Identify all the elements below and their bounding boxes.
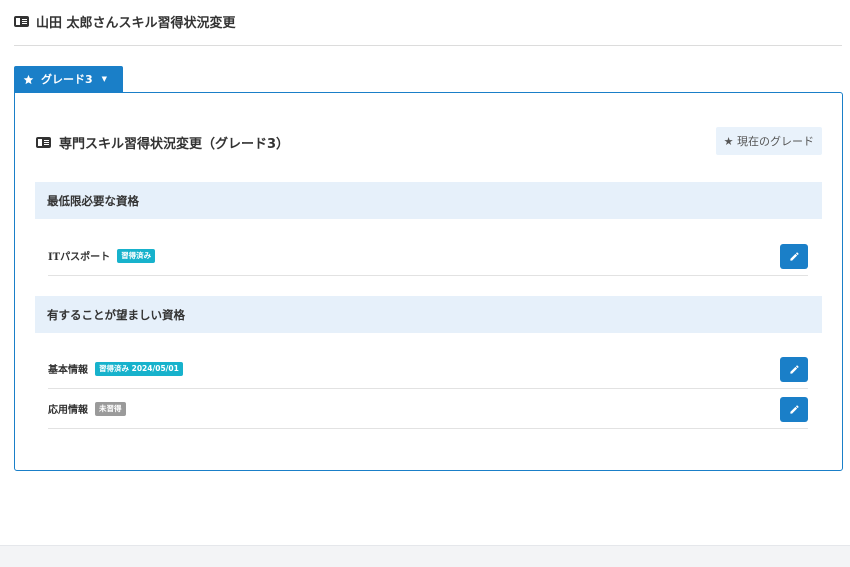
current-grade-badge: ★ 現在のグレード xyxy=(715,127,822,155)
pencil-icon xyxy=(789,365,799,374)
pencil-icon xyxy=(789,405,799,414)
id-card-icon xyxy=(36,137,51,148)
qualification-row: 応用情報 未習得 xyxy=(48,389,808,429)
panel-title-text: 専門スキル習得状況変更（グレード3） xyxy=(59,137,290,152)
id-card-icon xyxy=(14,16,29,27)
skill-panel: 専門スキル習得状況変更（グレード3） ★ 現在のグレード 最低限必要な資格 IT… xyxy=(14,92,843,471)
star-icon xyxy=(23,74,34,84)
qualification-name: ITパスポート xyxy=(48,252,111,263)
status-badge: 習得済み xyxy=(117,248,156,263)
status-badge: 習得済み 2024/05/01 xyxy=(95,361,183,376)
panel-title: 専門スキル習得状況変更（グレード3） xyxy=(36,133,289,152)
qualification-name: 応用情報 xyxy=(48,405,88,416)
caret-down-icon: ▼ xyxy=(101,75,108,83)
pencil-icon xyxy=(789,252,799,261)
edit-button[interactable] xyxy=(780,357,808,382)
page-header: 山田 太郎さんスキル習得状況変更 xyxy=(14,12,236,31)
grade-tab[interactable]: グレード3 ▼ xyxy=(14,66,123,92)
page-title: 山田 太郎さんスキル習得状況変更 xyxy=(36,16,236,31)
qualification-row: 基本情報 習得済み 2024/05/01 xyxy=(48,349,808,389)
section-header-required: 最低限必要な資格 xyxy=(35,182,822,219)
status-badge: 未習得 xyxy=(95,401,126,416)
grade-tab-label: グレード3 xyxy=(41,73,93,86)
qualification-name: 基本情報 xyxy=(48,365,88,376)
edit-button[interactable] xyxy=(780,397,808,422)
edit-button[interactable] xyxy=(780,244,808,269)
header-divider xyxy=(14,45,842,46)
footer-bar xyxy=(0,545,850,567)
section-header-recommended: 有することが望ましい資格 xyxy=(35,296,822,333)
qualification-row: ITパスポート 習得済み xyxy=(48,236,808,276)
